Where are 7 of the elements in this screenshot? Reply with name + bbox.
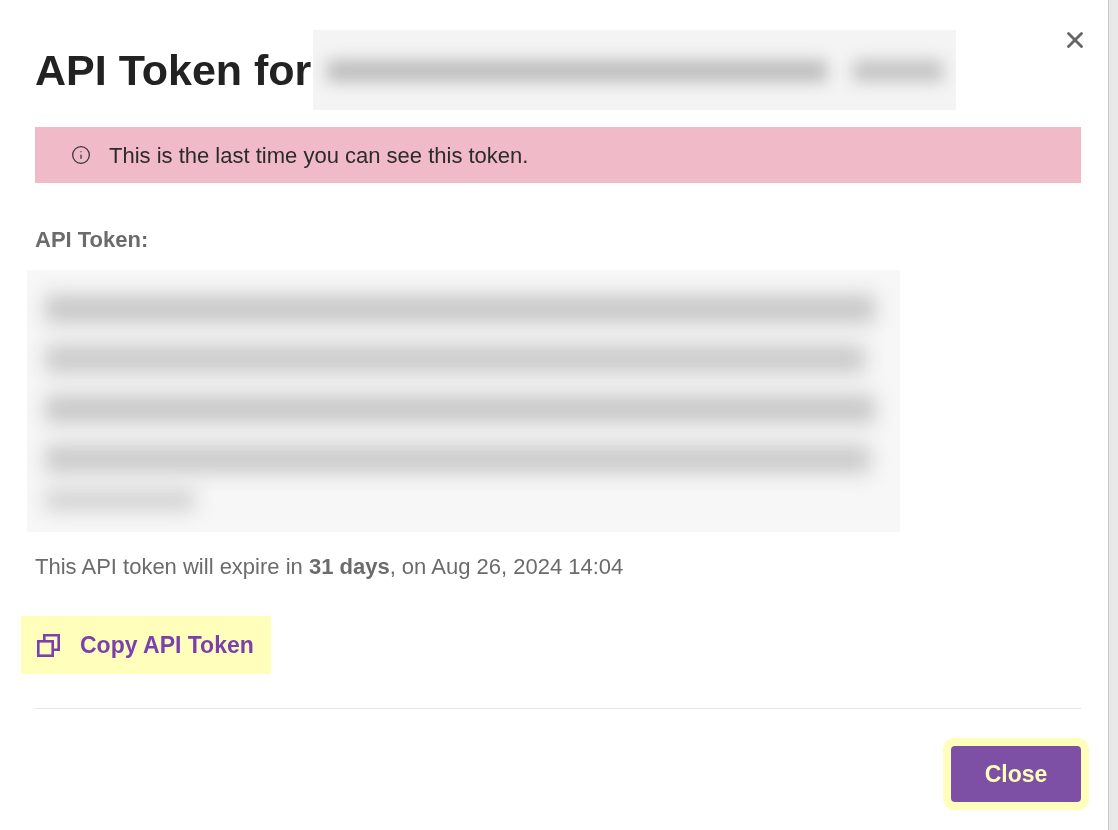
copy-icon bbox=[37, 633, 60, 657]
copy-token-button[interactable]: Copy API Token bbox=[21, 616, 271, 674]
dialog-title: API Token for bbox=[35, 45, 312, 96]
info-icon bbox=[71, 145, 91, 165]
expiry-text: This API token will expire in 31 days, on Aug 26, 2024 14:04 bbox=[35, 554, 625, 580]
token-label: API Token: bbox=[35, 227, 150, 253]
alert-text: This is the last time you can see this token. bbox=[109, 141, 529, 170]
